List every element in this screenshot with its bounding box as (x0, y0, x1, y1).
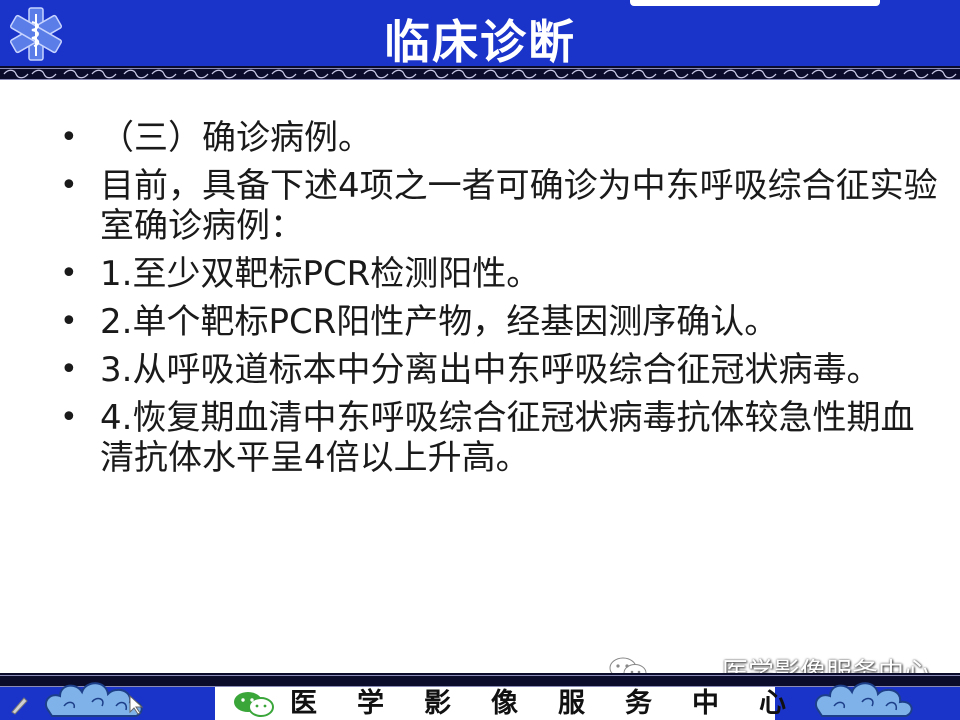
pointer-icon[interactable] (129, 694, 144, 715)
cloud-ornament-icon (814, 682, 913, 717)
bullet-item: • 1.至少双靶标PCR检测阳性。 (58, 254, 938, 294)
header-tab-decoration (630, 0, 880, 6)
top-pattern-border (0, 66, 960, 80)
bullet-text: （三）确诊病例。 (100, 118, 372, 158)
bullet-text: 2.单个靶标PCR阳性产物，经基因测序确认。 (100, 302, 779, 342)
slide-header: 临床诊断 (0, 0, 960, 69)
bullet-marker: • (60, 304, 78, 339)
slide-tools[interactable] (6, 692, 146, 716)
bullet-item: • 2.单个靶标PCR阳性产物，经基因测序确认。 (58, 302, 938, 342)
bullet-marker: • (60, 168, 78, 203)
bullet-item: • 3.从呼吸道标本中分离出中东呼吸综合征冠状病毒。 (58, 350, 938, 390)
bullet-item: • 4.恢复期血清中东呼吸综合征冠状病毒抗体较急性期血清抗体水平呈4倍以上升高。 (58, 398, 938, 478)
pen-tool-icon[interactable] (11, 697, 28, 715)
slide-title: 临床诊断 (384, 15, 576, 69)
bullet-marker: • (60, 120, 78, 155)
bullet-marker: • (60, 400, 78, 435)
bullet-text: 目前，具备下述4项之一者可确诊为中东呼吸综合征实验室确诊病例： (100, 166, 938, 246)
bullet-list: • （三）确诊病例。 • 目前，具备下述4项之一者可确诊为中东呼吸综合征实验室确… (58, 118, 938, 486)
bullet-text: 4.恢复期血清中东呼吸综合征冠状病毒抗体较急性期血清抗体水平呈4倍以上升高。 (100, 398, 915, 478)
bullet-marker: • (60, 256, 78, 291)
footer-title: 医学影像服务中心 (290, 688, 826, 719)
bullet-item: • （三）确诊病例。 (58, 118, 938, 158)
bullet-item: • 目前，具备下述4项之一者可确诊为中东呼吸综合征实验室确诊病例： (58, 166, 938, 246)
wechat-icon (234, 692, 274, 717)
bullet-marker: • (60, 352, 78, 387)
bullet-text: 1.至少双靶标PCR检测阳性。 (100, 254, 541, 294)
bullet-text: 3.从呼吸道标本中分离出中东呼吸综合征冠状病毒。 (100, 350, 881, 390)
